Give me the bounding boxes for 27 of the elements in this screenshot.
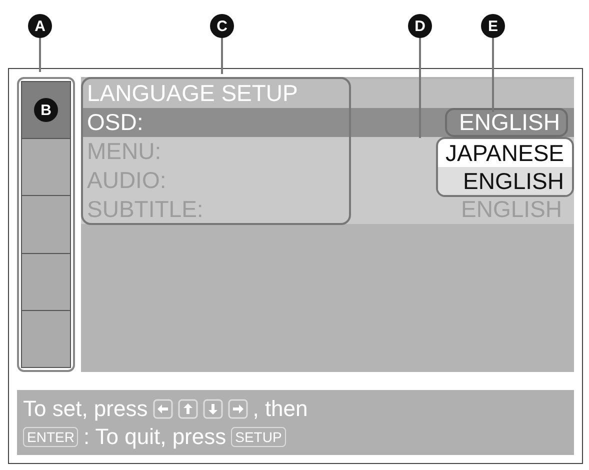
- menu-row[interactable]: OSD: ENGLISH: [81, 108, 574, 137]
- callout-marker: B: [34, 98, 58, 122]
- help-text: : To quit, press: [83, 424, 226, 450]
- sidebar-tab[interactable]: [21, 139, 71, 196]
- sidebar-tab[interactable]: B: [21, 81, 71, 140]
- sidebar-tab[interactable]: [21, 310, 71, 368]
- help-text: , then: [252, 396, 308, 422]
- down-arrow-key-icon: [202, 398, 223, 419]
- sidebar-tab[interactable]: [21, 254, 71, 311]
- callout-marker: D: [408, 14, 432, 38]
- option-item[interactable]: JAPANESE: [438, 139, 572, 167]
- right-arrow-key-icon: [228, 398, 248, 419]
- setting-label: OSD:: [87, 109, 144, 136]
- setting-value: ENGLISH: [445, 108, 568, 137]
- leader-line: [39, 36, 41, 72]
- enter-key: ENTER: [23, 426, 78, 447]
- help-text: To set, press: [23, 396, 148, 422]
- up-arrow-key-icon: [178, 398, 198, 419]
- sidebar-tab[interactable]: [21, 196, 71, 254]
- option-item[interactable]: ENGLISH: [438, 167, 572, 195]
- leader-line: [221, 36, 223, 74]
- callout-marker: C: [210, 14, 234, 38]
- setup-key: SETUP: [231, 426, 286, 447]
- menu-title: LANGUAGE SETUP: [87, 80, 298, 107]
- callout-marker: A: [28, 14, 52, 38]
- callout-marker: E: [481, 14, 505, 38]
- left-arrow-key-icon: [152, 398, 173, 419]
